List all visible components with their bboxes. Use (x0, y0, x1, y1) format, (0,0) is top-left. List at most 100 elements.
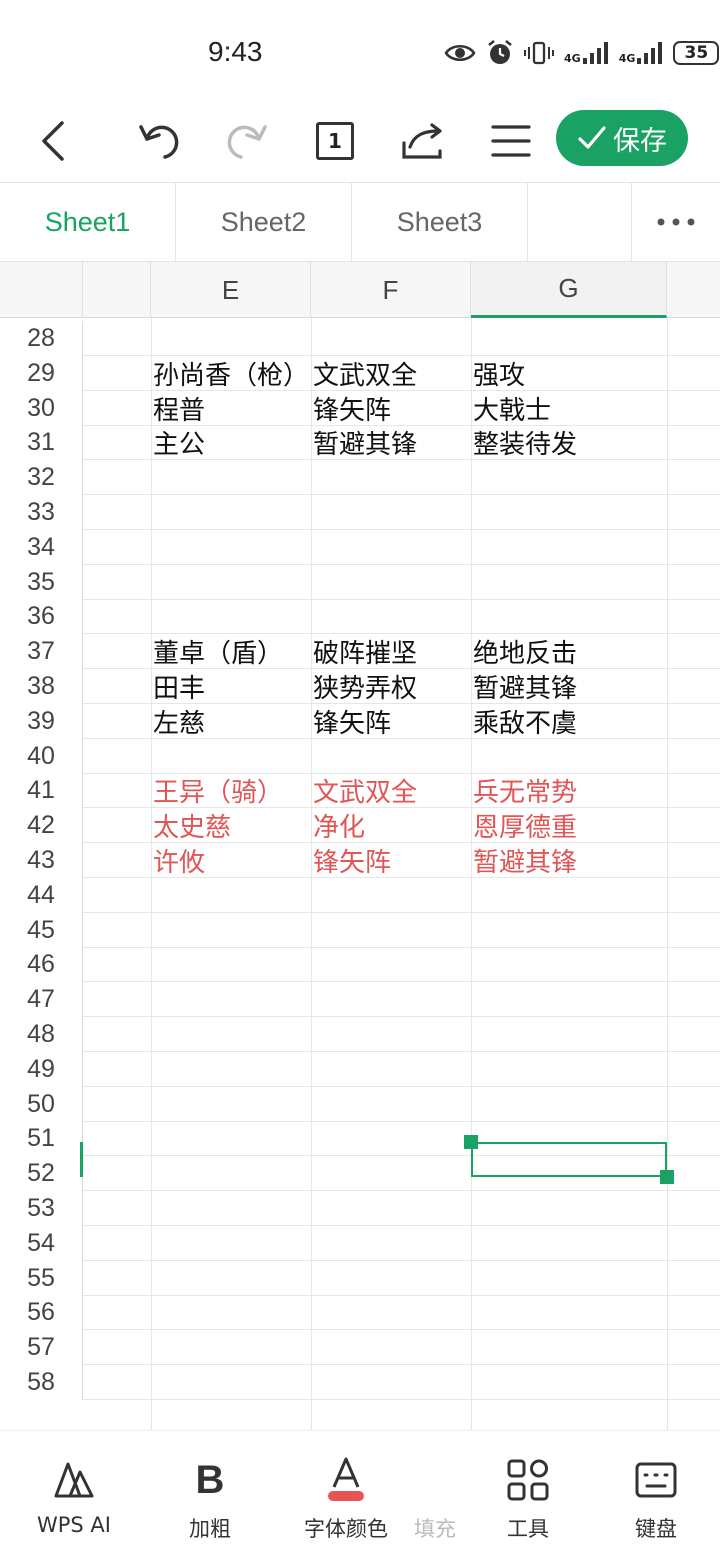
menu-button[interactable] (484, 114, 538, 168)
row-number[interactable]: 36 (0, 599, 83, 635)
row-number[interactable]: 48 (0, 1017, 83, 1052)
cell-e[interactable] (151, 982, 311, 1017)
cell-g[interactable]: 强攻 (471, 356, 667, 391)
corner-cell[interactable] (0, 262, 83, 318)
cell-g[interactable] (471, 1226, 667, 1261)
cell-g[interactable] (471, 565, 667, 600)
row-number[interactable]: 32 (0, 460, 83, 496)
row-number[interactable]: 52 (0, 1156, 83, 1192)
page-count-button[interactable]: 1 (308, 114, 362, 168)
cell-e[interactable] (151, 1295, 311, 1330)
cell-e[interactable] (151, 1121, 311, 1156)
row-number[interactable]: 51 (0, 1121, 83, 1157)
tab-sheet1[interactable]: Sheet1 (0, 183, 176, 261)
cell-e[interactable]: 太史慈 (151, 808, 311, 843)
table-row[interactable]: 28 (0, 321, 720, 356)
table-row[interactable]: 46 (0, 947, 720, 983)
bold-button[interactable]: B 加粗 (155, 1457, 265, 1543)
table-row[interactable]: 43 许攸 锋矢阵 暂避其锋 (0, 843, 720, 878)
row-number[interactable]: 43 (0, 843, 83, 878)
back-button[interactable] (26, 114, 80, 168)
cell-g[interactable]: 暂避其锋 (471, 843, 667, 878)
tab-sheet3[interactable]: Sheet3 (352, 183, 528, 261)
cell-e[interactable]: 许攸 (151, 843, 311, 878)
row-number[interactable]: 33 (0, 495, 83, 530)
fill-button[interactable]: 填充 (405, 1457, 465, 1543)
cell-e[interactable] (151, 1017, 311, 1052)
selection-handle-bottom-right[interactable] (660, 1170, 674, 1184)
table-row[interactable]: 44 (0, 877, 720, 913)
cell-e[interactable]: 董卓（盾） (151, 634, 311, 669)
cell-e[interactable] (151, 599, 311, 634)
cell-g[interactable] (471, 739, 667, 774)
cell-e[interactable] (151, 460, 311, 495)
cell-e[interactable] (151, 878, 311, 913)
row-number[interactable]: 38 (0, 669, 83, 704)
cell-f[interactable] (311, 878, 471, 913)
cell-g[interactable] (471, 599, 667, 634)
cell-e[interactable] (151, 913, 311, 948)
row-number[interactable]: 29 (0, 355, 83, 391)
cell-e[interactable] (151, 1052, 311, 1087)
cell-f[interactable] (311, 1121, 471, 1156)
row-number[interactable]: 50 (0, 1086, 83, 1122)
table-row[interactable]: 33 (0, 495, 720, 530)
cell-f[interactable]: 破阵摧坚 (311, 634, 471, 669)
table-row[interactable]: 53 (0, 1191, 720, 1226)
table-row[interactable]: 29 孙尚香（枪） 文武双全 强攻 (0, 355, 720, 391)
row-number[interactable]: 34 (0, 529, 83, 565)
keyboard-button[interactable]: 键盘 (601, 1457, 711, 1543)
cell-g[interactable] (471, 1087, 667, 1122)
table-row[interactable]: 35 (0, 564, 720, 600)
cell-f[interactable]: 净化 (311, 808, 471, 843)
cell-g[interactable] (471, 982, 667, 1017)
cell-g[interactable] (471, 1330, 667, 1365)
cell-g[interactable]: 兵无常势 (471, 773, 667, 808)
cell-e[interactable] (151, 1261, 311, 1296)
selection-handle-top-left[interactable] (464, 1135, 478, 1149)
cell-g[interactable] (471, 530, 667, 565)
table-row[interactable]: 34 (0, 529, 720, 565)
share-button[interactable] (396, 114, 450, 168)
column-header-hidden[interactable] (83, 262, 151, 318)
cell-g[interactable]: 乘敌不虞 (471, 704, 667, 739)
row-number[interactable]: 40 (0, 738, 83, 774)
spreadsheet-grid[interactable]: E F G 28 29 孙尚香（枪） 文武双全 强攻 30 程普 锋矢阵 大戟士 31 主公 暂避其锋… (0, 262, 720, 1430)
redo-button[interactable] (220, 114, 274, 168)
cell-g[interactable]: 大戟士 (471, 391, 667, 426)
cell-f[interactable] (311, 1087, 471, 1122)
table-row[interactable]: 58 (0, 1365, 720, 1400)
row-number[interactable]: 41 (0, 773, 83, 809)
row-number[interactable]: 39 (0, 703, 83, 739)
table-row[interactable]: 40 (0, 738, 720, 774)
cell-f[interactable] (311, 565, 471, 600)
table-row[interactable]: 38 田丰 狭势弄权 暂避其锋 (0, 669, 720, 704)
cell-e[interactable]: 左慈 (151, 704, 311, 739)
row-number[interactable]: 44 (0, 877, 83, 913)
cell-f[interactable] (311, 739, 471, 774)
column-header-f[interactable]: F (311, 262, 471, 318)
cell-e[interactable] (151, 1087, 311, 1122)
cell-f[interactable] (311, 947, 471, 982)
cell-g[interactable]: 整装待发 (471, 425, 667, 460)
cell-g[interactable]: 恩厚德重 (471, 808, 667, 843)
cell-g[interactable] (471, 913, 667, 948)
more-tabs-button[interactable] (631, 183, 720, 261)
cell-g[interactable] (471, 1261, 667, 1296)
font-color-button[interactable]: 字体颜色 (291, 1457, 401, 1543)
row-number[interactable]: 57 (0, 1330, 83, 1366)
cell-g[interactable]: 暂避其锋 (471, 669, 667, 704)
cell-e[interactable] (151, 1226, 311, 1261)
column-header-g[interactable]: G (471, 262, 667, 318)
cell-g[interactable] (471, 460, 667, 495)
table-row[interactable]: 39 左慈 锋矢阵 乘敌不虞 (0, 703, 720, 739)
cell-g[interactable] (471, 495, 667, 530)
cell-f[interactable]: 锋矢阵 (311, 843, 471, 878)
table-row[interactable]: 50 (0, 1086, 720, 1122)
table-row[interactable]: 32 (0, 460, 720, 496)
tools-button[interactable]: 工具 (473, 1457, 583, 1543)
cell-f[interactable]: 锋矢阵 (311, 704, 471, 739)
cell-f[interactable] (311, 599, 471, 634)
table-row[interactable]: 30 程普 锋矢阵 大戟士 (0, 390, 720, 426)
row-number[interactable]: 55 (0, 1260, 83, 1296)
